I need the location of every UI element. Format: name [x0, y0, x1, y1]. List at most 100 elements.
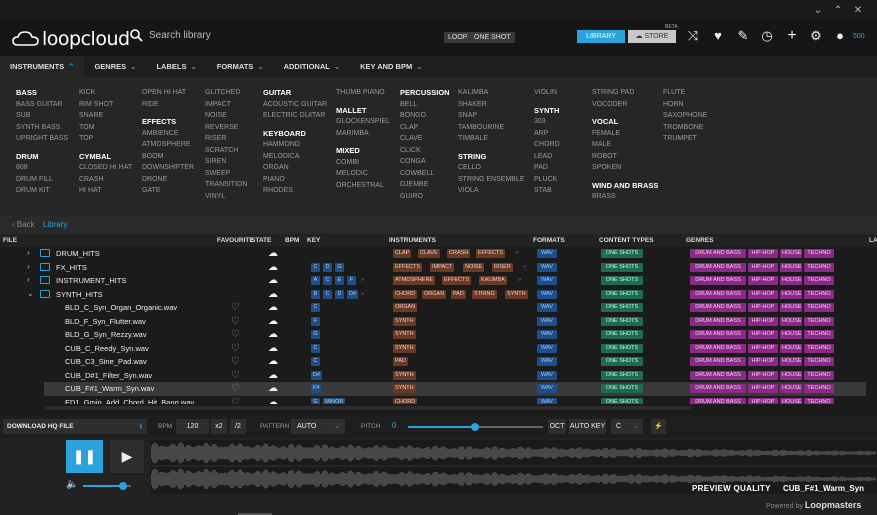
- menu-item[interactable]: TOP: [79, 133, 132, 145]
- menu-heading[interactable]: KEYBOARD: [263, 128, 327, 140]
- menu-item[interactable]: TROMBONE: [663, 122, 707, 134]
- menu-item[interactable]: CELLO: [458, 162, 525, 174]
- menu-item[interactable]: SAXOPHONE: [663, 110, 707, 122]
- menu-item[interactable]: SUB: [16, 110, 68, 122]
- menu-item[interactable]: BASS GUITAR: [16, 99, 68, 111]
- menu-item[interactable]: HI HAT: [79, 185, 132, 197]
- menu-item[interactable]: VIOLIN: [534, 87, 560, 99]
- menu-item[interactable]: HORN: [663, 99, 707, 111]
- nav-labels[interactable]: LABELS ⌄: [146, 56, 206, 77]
- menu-item[interactable]: DRUM FILL: [16, 174, 68, 186]
- pause-button[interactable]: ❚❚: [66, 440, 103, 473]
- table-row[interactable]: › DRUM_HITS ☁ CLAP CLAVE CRASH EFFECTS » WAV ONE …: [0, 247, 877, 261]
- nav-instruments[interactable]: INSTRUMENTS ⌃: [0, 56, 85, 77]
- chevron-right-icon[interactable]: ›: [27, 248, 30, 257]
- gear-icon[interactable]: ⚙: [809, 29, 823, 43]
- menu-item[interactable]: CHORD: [534, 139, 560, 151]
- menu-item[interactable]: 303: [534, 116, 560, 128]
- menu-item[interactable]: CLAVE: [400, 133, 450, 145]
- table-row[interactable]: CUB_C_Reedy_Syn.wav ♡ ☁ C SYNTH WAV ONE SHOTS D…: [0, 342, 877, 356]
- chevron-right-icon[interactable]: ›: [27, 275, 30, 284]
- menu-item[interactable]: CRASH: [79, 174, 132, 186]
- table-row[interactable]: BLD_G_Syn_Rezzy.wav ♡ ☁ G SYNTH WAV ONE SHOTS D…: [0, 328, 877, 342]
- menu-item[interactable]: DRONE: [142, 174, 194, 186]
- menu-item[interactable]: ELECTRIC GUITAR: [263, 110, 327, 122]
- clock-icon[interactable]: ◷: [760, 29, 774, 43]
- menu-heading[interactable]: STRING: [458, 151, 525, 163]
- menu-item[interactable]: TRUMPET: [663, 133, 707, 145]
- breadcrumb-library[interactable]: Library: [43, 220, 67, 229]
- column-header[interactable]: INSTRUMENTS: [389, 237, 436, 244]
- menu-item[interactable]: VOCODER: [592, 99, 658, 111]
- menu-item[interactable]: STRING ENSEMBLE: [458, 174, 525, 186]
- bpm-half-button[interactable]: /2: [230, 419, 246, 434]
- menu-item[interactable]: BRASS: [592, 191, 658, 203]
- menu-item[interactable]: SCRATCH: [205, 145, 247, 157]
- menu-item[interactable]: ROBOT: [592, 151, 658, 163]
- volume-knob[interactable]: [119, 482, 127, 490]
- volume-slider[interactable]: [83, 482, 131, 490]
- menu-item[interactable]: MALE: [592, 139, 658, 151]
- menu-item[interactable]: MARIMBA: [336, 128, 390, 140]
- table-row[interactable]: CUB_D#1_Filter_Syn.wav ♡ ☁ D# SYNTH WAV ONE SH…: [0, 369, 877, 383]
- menu-item[interactable]: RHODES: [263, 185, 327, 197]
- menu-item[interactable]: GLITCHED: [205, 87, 247, 99]
- menu-item[interactable]: NOISE: [205, 110, 247, 122]
- menu-item[interactable]: TAMBOURINE: [458, 122, 525, 134]
- play-button[interactable]: ▶: [110, 440, 144, 473]
- bpm-input[interactable]: 120: [176, 419, 209, 434]
- table-row[interactable]: BLD_F_Syn_Flutter.wav ♡ ☁ F SYNTH WAV ONE SHOT…: [0, 315, 877, 329]
- library-button[interactable]: LIBRARY: [577, 30, 625, 43]
- menu-item[interactable]: RISER: [205, 133, 247, 145]
- menu-item[interactable]: RIDE: [142, 99, 194, 111]
- nav-formats[interactable]: FORMATS ⌄: [207, 56, 274, 77]
- heart-icon[interactable]: ♡: [231, 329, 240, 340]
- auto-key-button[interactable]: AUTO KEY: [569, 419, 606, 434]
- table-row[interactable]: › INSTRUMENT_HITS ☁ A C E F » ATMOSPHERE EFFECTS K…: [0, 274, 877, 288]
- scrollbar-thumb[interactable]: [44, 406, 692, 410]
- menu-item[interactable]: KALIMBA: [458, 87, 525, 99]
- menu-item[interactable]: TOM: [79, 122, 132, 134]
- menu-item[interactable]: CLAP: [400, 122, 450, 134]
- heart-icon[interactable]: ♡: [231, 383, 240, 394]
- menu-item[interactable]: CLICK: [400, 145, 450, 157]
- menu-item[interactable]: SNAP: [458, 110, 525, 122]
- menu-item[interactable]: DRUM KIT: [16, 185, 68, 197]
- close-icon[interactable]: ✕: [853, 5, 863, 16]
- menu-item[interactable]: REVERSE: [205, 122, 247, 134]
- menu-item[interactable]: RIM SHOT: [79, 99, 132, 111]
- menu-item[interactable]: 808: [16, 162, 68, 174]
- pitch-slider-knob[interactable]: [471, 423, 479, 431]
- menu-heading[interactable]: PERCUSSION: [400, 87, 450, 99]
- menu-item[interactable]: SIREN: [205, 156, 247, 168]
- menu-item[interactable]: COMBI: [336, 157, 390, 169]
- chevron-down-icon[interactable]: ⌄: [27, 289, 34, 298]
- download-hq-button[interactable]: DOWNLOAD HQ FILE ⭳: [3, 419, 147, 434]
- heart-icon[interactable]: ♡: [231, 397, 240, 405]
- menu-heading[interactable]: VOCAL: [592, 116, 658, 128]
- menu-heading[interactable]: MALLET: [336, 105, 390, 117]
- menu-item[interactable]: SWEEP: [205, 168, 247, 180]
- menu-item[interactable]: TRANSITION: [205, 179, 247, 191]
- menu-item[interactable]: DOWNSHIFTER: [142, 162, 194, 174]
- menu-item[interactable]: BOOM: [142, 151, 194, 163]
- nav-key-and-bpm[interactable]: KEY AND BPM ⌄: [350, 56, 432, 77]
- menu-item[interactable]: CONGA: [400, 156, 450, 168]
- menu-item[interactable]: SNARE: [79, 110, 132, 122]
- menu-item[interactable]: MELODIC: [336, 168, 390, 180]
- menu-heading[interactable]: EFFECTS: [142, 116, 194, 128]
- bpm-double-button[interactable]: x2: [211, 419, 227, 434]
- menu-heading[interactable]: BASS: [16, 87, 68, 99]
- column-header[interactable]: STATE: [251, 237, 271, 244]
- column-header[interactable]: GENRES: [686, 237, 713, 244]
- menu-item[interactable]: KICK: [79, 87, 132, 99]
- table-row[interactable]: ⌄ SYNTH_HITS ☁ B C D D#» CHORD ORGAN PAD STRING SYN…: [0, 288, 877, 302]
- horizontal-scrollbar[interactable]: [0, 405, 693, 410]
- table-row[interactable]: CUB_F#1_Warm_Syn.wav ♡ ☁ F# SYNTH WAV ONE SHOT…: [44, 382, 866, 396]
- nav-additional[interactable]: ADDITIONAL ⌄: [274, 56, 351, 77]
- menu-item[interactable]: DJEMBE: [400, 179, 450, 191]
- menu-item[interactable]: ACOUSTIC GUITAR: [263, 99, 327, 111]
- maximize-icon[interactable]: ⌃: [833, 5, 843, 16]
- menu-item[interactable]: ORGAN: [263, 162, 327, 174]
- menu-item[interactable]: OPEN HI HAT: [142, 87, 194, 99]
